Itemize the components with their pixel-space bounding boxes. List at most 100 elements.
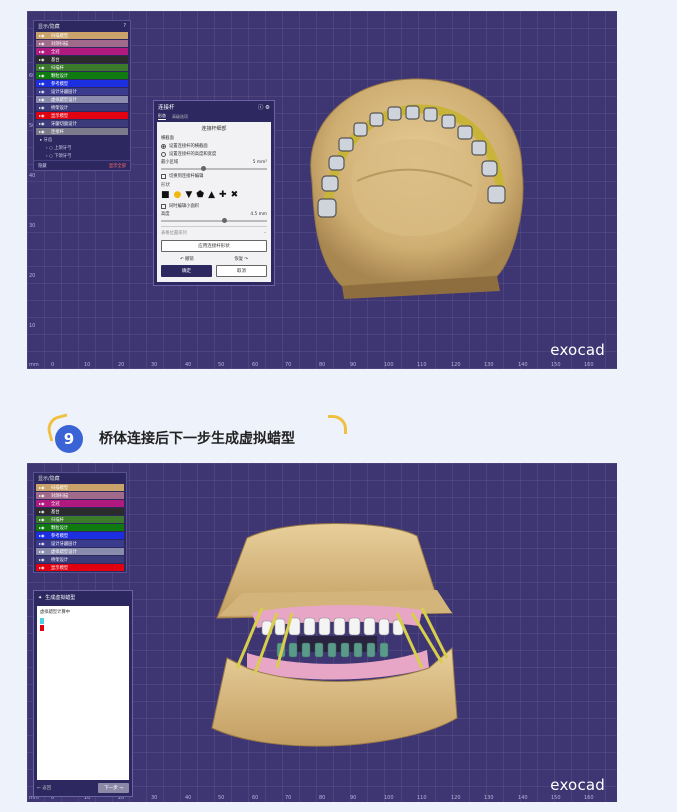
tree-item[interactable]: ▸◉ 颗粒设计 xyxy=(36,72,128,79)
back-button[interactable]: ← 返回 xyxy=(37,785,51,791)
tree-item[interactable]: ▸◉ 扫描杆 xyxy=(36,516,124,523)
tab-shape[interactable]: 形态 xyxy=(158,113,166,120)
tree-item-label: 全冠 xyxy=(51,501,60,507)
tree-item[interactable]: ▸◉ 颗粒设计 xyxy=(36,524,124,531)
hide-toggle[interactable]: 隐藏 xyxy=(38,163,47,169)
eye-icon[interactable]: ▸◉ xyxy=(39,493,45,498)
edit-small-checkbox[interactable]: 同时编辑小面积 xyxy=(161,203,267,209)
eye-icon[interactable]: ▸◉ xyxy=(39,501,45,506)
tree-item[interactable]: ▸◉ 显示模型 xyxy=(36,564,124,571)
help-icon[interactable]: ? xyxy=(123,23,126,29)
undo-button[interactable]: ↶ 撤销 xyxy=(180,256,194,262)
tree-item[interactable]: ▸◉ 扫描模型 xyxy=(36,484,124,491)
tree-item[interactable]: ▸◉ 扫描模型 xyxy=(36,32,128,39)
eye-icon[interactable]: ▸◉ xyxy=(39,73,45,78)
tree-item[interactable]: ▸◉ 虚拟蜡型设计 xyxy=(36,548,124,555)
redo-button[interactable]: 恢复 ↷ xyxy=(234,256,248,262)
height-value[interactable]: 4.5 mm xyxy=(250,212,267,217)
radio-cross-section[interactable]: 设置连接杆的横截面 xyxy=(161,143,267,149)
tree-item[interactable]: ▸◉ 牙龈切面设计 xyxy=(36,120,128,127)
tree-sub-item[interactable]: › ○ 下颌牙弓 xyxy=(34,152,130,160)
tree-item[interactable]: ▸◉ 全冠 xyxy=(36,500,124,507)
circle-shape-icon[interactable]: ● xyxy=(174,191,182,200)
plus-shape-icon[interactable]: ✚ xyxy=(219,191,227,200)
x-tick: 130 xyxy=(484,795,494,801)
radio-icon[interactable] xyxy=(161,143,166,149)
step-number-badge: 9 xyxy=(55,425,83,453)
eye-icon[interactable]: ▸◉ xyxy=(39,81,45,86)
tree-item[interactable]: ▸◉ 显示模型 xyxy=(36,112,128,119)
tab-advanced[interactable]: 高级选项 xyxy=(172,114,188,120)
tree-item[interactable]: ▸◉ 参考模型 xyxy=(36,532,124,539)
wax-body: 虚拟蜡型计算中 xyxy=(37,606,129,780)
tree-item[interactable]: ▸◉ 设计牙龈层计 xyxy=(36,88,128,95)
radio-icon[interactable] xyxy=(161,151,166,157)
tree-item-label: 连接杆 xyxy=(51,129,64,135)
tree-item[interactable]: ▸◉ 桥架设计 xyxy=(36,104,128,111)
slider-knob[interactable] xyxy=(201,166,207,171)
checkbox-icon[interactable] xyxy=(161,203,166,209)
tree-item[interactable]: ▸◉ 虚拟蜡型设计 xyxy=(36,96,128,103)
height-label: 高度 xyxy=(161,212,170,217)
eye-icon[interactable]: ▸◉ xyxy=(39,557,45,562)
tree-item[interactable]: ▸◉ 桥架设计 xyxy=(36,556,124,563)
ok-button[interactable]: 确定 xyxy=(161,265,212,277)
tree-item[interactable]: ▸◉ 对颌扫描 xyxy=(36,40,128,47)
wax-title: 生成虚拟蜡型 xyxy=(45,595,76,601)
x-tick: 160 xyxy=(584,362,594,368)
tree-item[interactable]: ▸◉ 对颌扫描 xyxy=(36,492,124,499)
shield-shape-icon[interactable]: ⬟ xyxy=(196,191,204,200)
drop-shape-icon[interactable]: ▼ xyxy=(185,191,192,200)
min-area-slider[interactable] xyxy=(161,166,267,171)
tree-item[interactable]: ▸◉ 基台 xyxy=(36,56,128,63)
cancel-button[interactable]: 取消 xyxy=(216,265,267,277)
tree-item-label: 基台 xyxy=(51,57,60,63)
upper-arch-model[interactable] xyxy=(272,61,552,301)
eye-icon[interactable]: ▸◉ xyxy=(39,49,45,54)
slider-knob[interactable] xyxy=(222,218,228,223)
checkbox-icon[interactable] xyxy=(161,173,166,179)
eye-icon[interactable]: ▸◉ xyxy=(39,525,45,530)
eye-icon[interactable]: ▸◉ xyxy=(39,485,45,490)
eye-icon[interactable]: ▸◉ xyxy=(39,57,45,62)
eye-icon[interactable]: ▸◉ xyxy=(39,129,45,134)
tree-item[interactable]: ▸◉ 连接杆 xyxy=(36,128,128,135)
apply-connector-shape-button[interactable]: 应用连接杆形状 xyxy=(161,240,267,252)
eye-icon[interactable]: ▸◉ xyxy=(39,33,45,38)
teardrop-shape-icon[interactable]: ▲ xyxy=(208,191,215,200)
eye-icon[interactable]: ▸◉ xyxy=(39,89,45,94)
cross-shape-icon[interactable]: ✖ xyxy=(231,191,239,200)
articulated-model[interactable] xyxy=(207,518,467,783)
show-all-link[interactable]: 显示全部 xyxy=(109,163,126,169)
collapse-section[interactable]: 表格位置排列 ⌄ xyxy=(161,226,267,236)
eye-icon[interactable]: ▸◉ xyxy=(39,41,45,46)
eye-icon[interactable]: ▸◉ xyxy=(39,105,45,110)
height-slider[interactable] xyxy=(161,218,267,223)
tree-sub-header[interactable]: ▸ 牙齿 xyxy=(34,136,130,144)
eye-icon[interactable]: ▸◉ xyxy=(39,97,45,102)
next-button[interactable]: 下一步 → xyxy=(98,783,129,793)
tree-item[interactable]: ▸◉ 扫描杆 xyxy=(36,64,128,71)
eye-icon[interactable]: ▸◉ xyxy=(39,517,45,522)
eye-icon[interactable]: ▸◉ xyxy=(39,565,45,570)
tree-item[interactable]: ▸◉ 全冠 xyxy=(36,48,128,55)
tree-item[interactable]: ▸◉ 基台 xyxy=(36,508,124,515)
min-area-value[interactable]: 5 mm² xyxy=(253,160,267,165)
eye-icon[interactable]: ▸◉ xyxy=(39,509,45,514)
help-icon[interactable]: ⓘ ⚙ xyxy=(258,103,270,111)
eye-icon[interactable]: ▸◉ xyxy=(39,121,45,126)
x-tick: 40 xyxy=(185,795,192,801)
tree-sub-item[interactable]: › ○ 上颌牙弓 xyxy=(34,144,130,152)
radio-height-width[interactable]: 设置连接杆的高度和宽度 xyxy=(161,151,267,157)
step-heading: 桥体连接后下一步生成虚拟蜡型 xyxy=(99,431,295,447)
eye-icon[interactable]: ▸◉ xyxy=(39,549,45,554)
eye-icon[interactable]: ▸◉ xyxy=(39,113,45,118)
tree-item[interactable]: ▸◉ 设计牙龈层计 xyxy=(36,540,124,547)
eye-icon[interactable]: ▸◉ xyxy=(39,533,45,538)
edit-connector-checkbox[interactable]: 切换到连接杆编辑 xyxy=(161,173,267,179)
eye-icon[interactable]: ▸◉ xyxy=(39,541,45,546)
tree-item[interactable]: ▸◉ 参考模型 xyxy=(36,80,128,87)
eye-icon[interactable]: ▸◉ xyxy=(39,65,45,70)
shape-picker: ■ ● ▼ ⬟ ▲ ✚ ✖ xyxy=(161,191,267,200)
square-shape-icon[interactable]: ■ xyxy=(161,191,170,200)
